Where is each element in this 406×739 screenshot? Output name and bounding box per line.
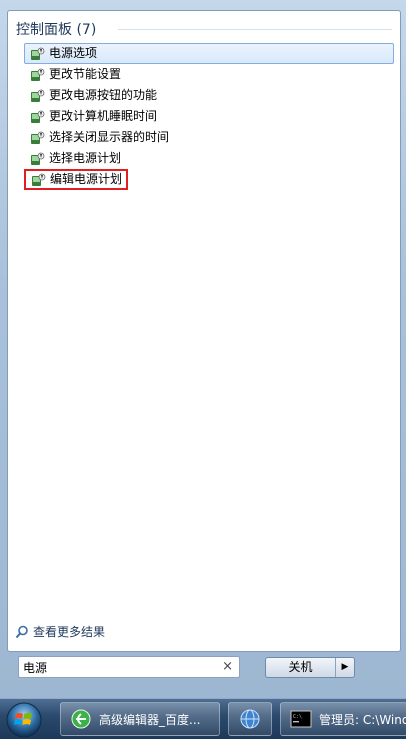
result-label: 更改电源按钮的功能 bbox=[49, 88, 158, 102]
result-label: 编辑电源计划 bbox=[50, 172, 123, 186]
taskbar-item-label: 管理员: C:\Wind bbox=[319, 712, 406, 727]
ie-icon bbox=[71, 709, 91, 729]
power-options-icon bbox=[31, 47, 45, 60]
search-input[interactable] bbox=[23, 659, 213, 675]
result-item-sleep-time[interactable]: 更改计算机睡眠时间 bbox=[24, 106, 394, 127]
start-menu: 控制面板 (7) 电源选项 更改节能设置 更改电源按钮的功能 更改计算机睡眠时间 bbox=[0, 0, 406, 698]
taskbar-item-globe[interactable] bbox=[228, 702, 272, 736]
cmd-icon: C:\ bbox=[290, 710, 312, 728]
result-label: 选择关闭显示器的时间 bbox=[49, 130, 170, 144]
power-options-icon bbox=[32, 173, 46, 186]
shutdown-split-button: 关机 ▶ bbox=[265, 657, 355, 678]
shutdown-options-arrow-icon[interactable]: ▶ bbox=[336, 658, 354, 677]
result-label: 选择电源计划 bbox=[49, 151, 122, 165]
taskbar-item-cmd[interactable]: C:\ 管理员: C:\Wind bbox=[280, 702, 406, 736]
result-label: 更改节能设置 bbox=[49, 67, 122, 81]
clear-search-icon[interactable]: × bbox=[222, 660, 233, 674]
see-more-results-label: 查看更多结果 bbox=[33, 625, 106, 639]
result-label: 电源选项 bbox=[49, 46, 98, 60]
result-item-power-button[interactable]: 更改电源按钮的功能 bbox=[24, 85, 394, 106]
group-header-control-panel[interactable]: 控制面板 (7) bbox=[16, 19, 96, 39]
result-item-power-saving[interactable]: 更改节能设置 bbox=[24, 64, 394, 85]
shutdown-button[interactable]: 关机 bbox=[266, 658, 336, 677]
power-options-icon bbox=[31, 89, 45, 102]
result-item-choose-power-plan[interactable]: 选择电源计划 bbox=[24, 148, 394, 169]
taskbar-item-label: 高级编辑器_百度... bbox=[99, 712, 201, 727]
result-label: 更改计算机睡眠时间 bbox=[49, 109, 158, 123]
globe-icon bbox=[240, 709, 260, 729]
taskbar-item-browser[interactable]: 高级编辑器_百度... bbox=[60, 702, 220, 736]
svg-text:C:\: C:\ bbox=[293, 714, 302, 720]
power-options-icon bbox=[31, 152, 45, 165]
result-item-edit-power-plan[interactable]: 编辑电源计划 bbox=[24, 169, 128, 190]
search-icon bbox=[15, 625, 28, 638]
results-list: 电源选项 更改节能设置 更改电源按钮的功能 更改计算机睡眠时间 选择关闭显示器的… bbox=[24, 43, 394, 190]
see-more-results-link[interactable]: 查看更多结果 bbox=[15, 623, 105, 640]
search-results-panel: 控制面板 (7) 电源选项 更改节能设置 更改电源按钮的功能 更改计算机睡眠时间 bbox=[7, 10, 401, 652]
taskbar: 高级编辑器_百度... C:\ 管理员: C:\Wind bbox=[0, 698, 406, 739]
power-options-icon bbox=[31, 110, 45, 123]
power-options-icon bbox=[31, 131, 45, 144]
group-divider bbox=[118, 29, 392, 30]
search-box: × bbox=[18, 656, 240, 678]
result-item-display-off-time[interactable]: 选择关闭显示器的时间 bbox=[24, 127, 394, 148]
power-options-icon bbox=[31, 68, 45, 81]
result-item-power-options[interactable]: 电源选项 bbox=[24, 43, 394, 64]
start-orb-icon[interactable] bbox=[4, 700, 44, 739]
